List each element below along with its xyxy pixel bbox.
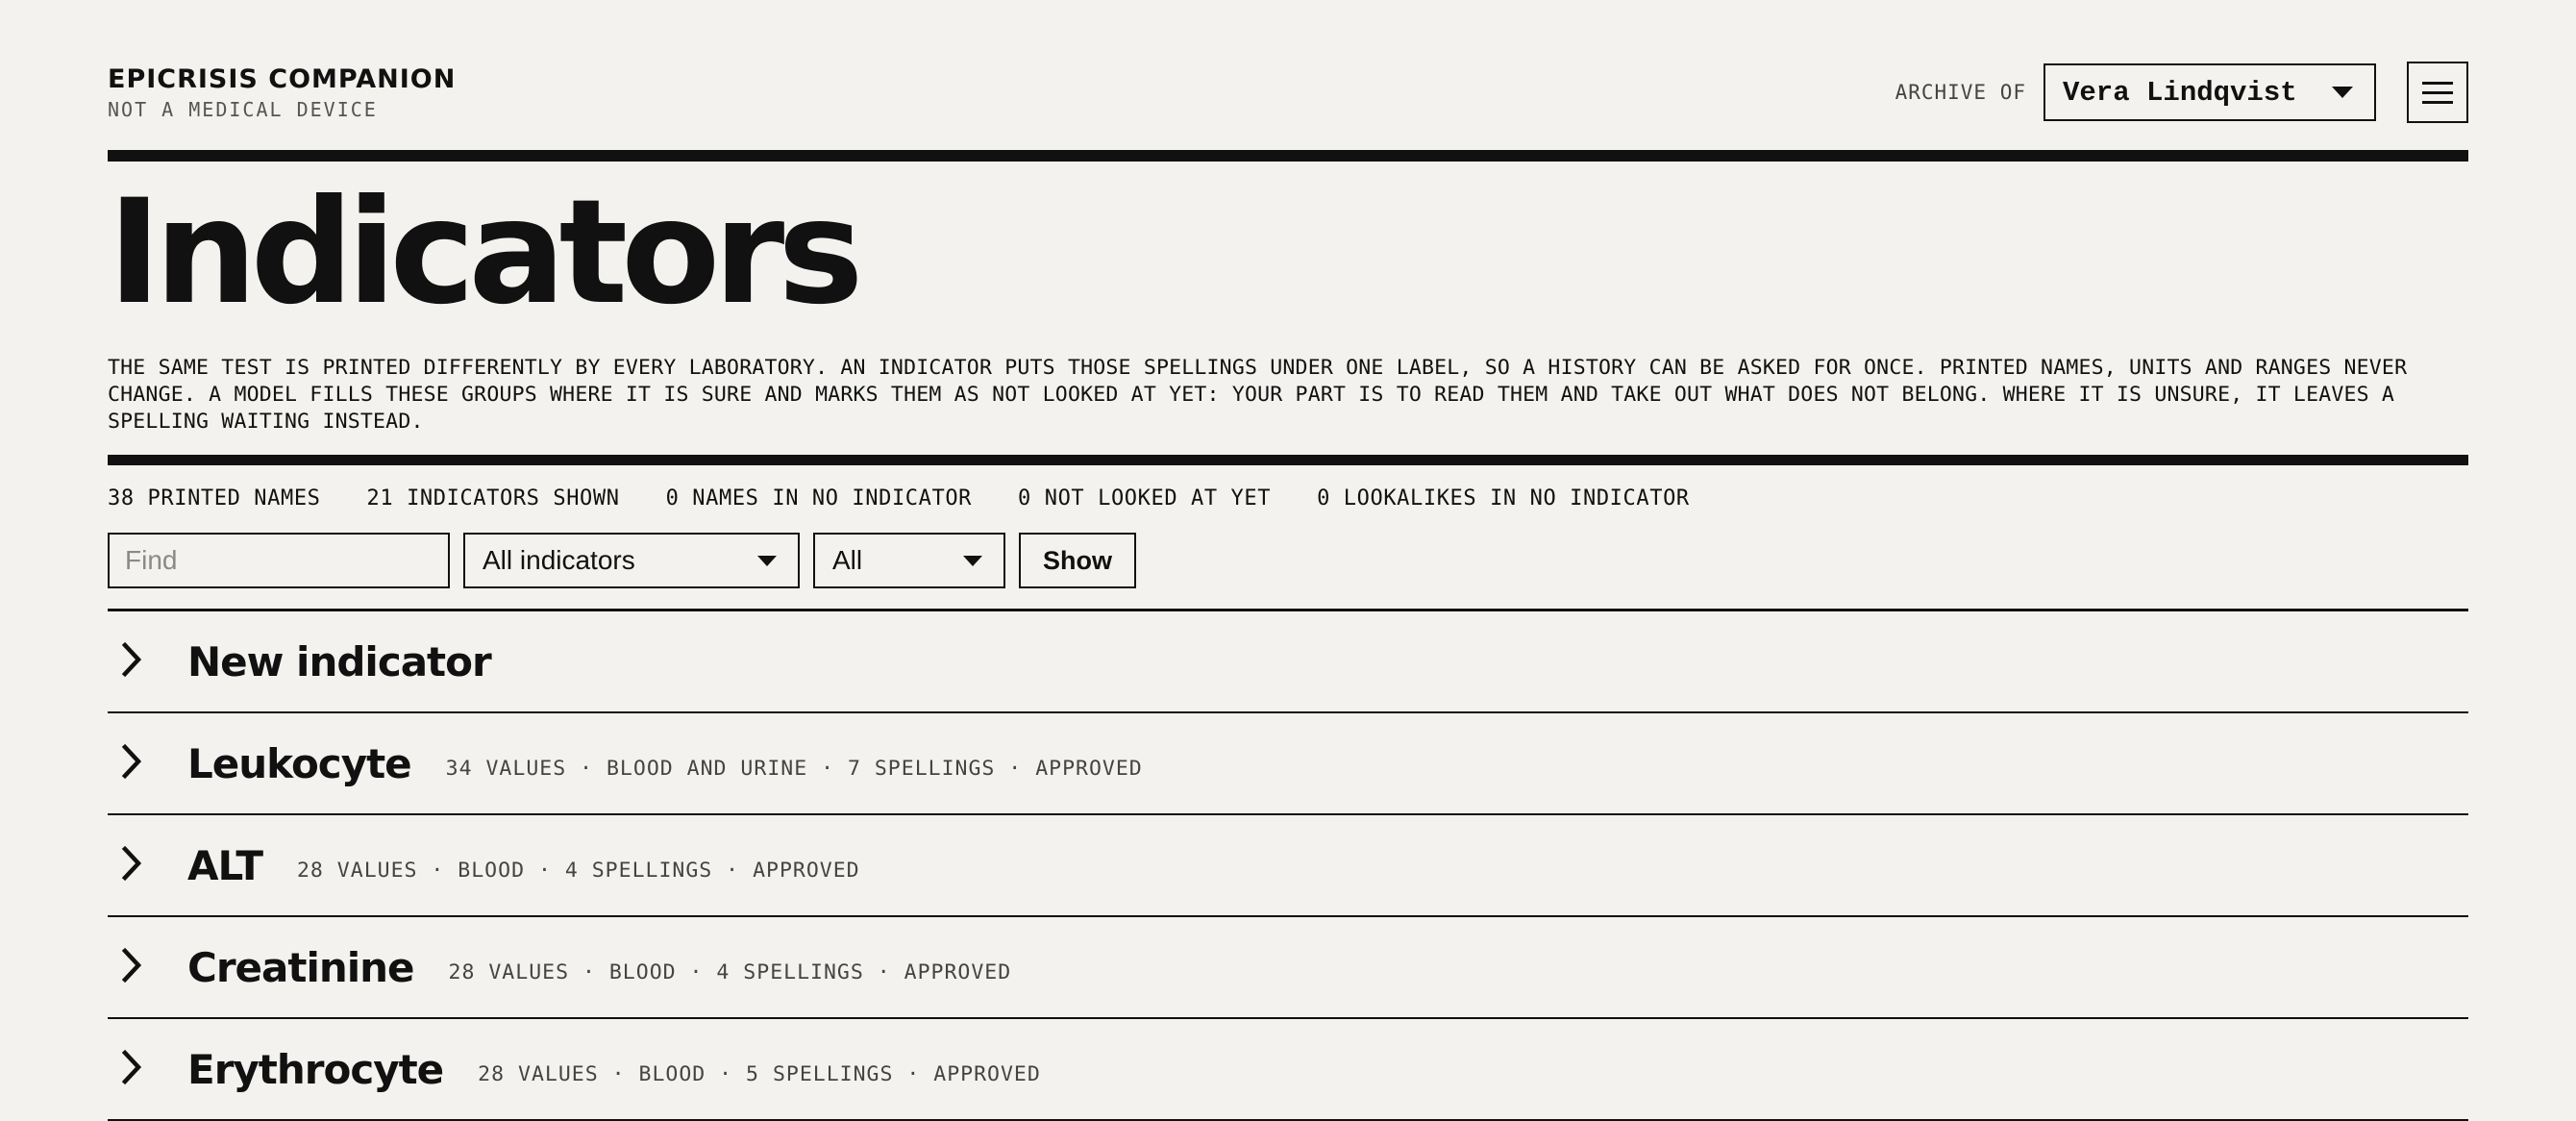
indicator-name: New indicator [187, 637, 492, 685]
menu-icon [2422, 90, 2453, 94]
indicator-meta: 28 VALUES · BLOOD · 4 SPELLINGS · APPROV… [296, 858, 860, 883]
person-select-value: Vera Lindqvist [2063, 76, 2297, 109]
indicator-name: ALT [187, 841, 263, 889]
brand-subtitle: NOT A MEDICAL DEVICE [108, 98, 378, 121]
status-filter-value: All [832, 545, 863, 575]
stats-bar: 38 PRINTED NAMES 21 INDICATORS SHOWN 0 N… [108, 486, 2468, 511]
header: EPICRISIS COMPANION NOT A MEDICAL DEVICE… [108, 0, 2468, 150]
archive-switcher: ARCHIVE OF Vera Lindqvist [1895, 62, 2468, 123]
menu-button[interactable] [2407, 62, 2468, 123]
stat-names-in-no-indicator[interactable]: 0 NAMES IN NO INDICATOR [666, 486, 972, 511]
indicator-row-new[interactable]: New indicator [108, 611, 2468, 713]
intro-divider [108, 455, 2468, 465]
person-select[interactable]: Vera Lindqvist [2043, 63, 2376, 121]
chevron-right-icon[interactable] [117, 742, 146, 781]
indicator-name: Leukocyte [187, 739, 412, 787]
indicator-meta: 34 VALUES · BLOOD AND URINE · 7 SPELLING… [445, 756, 1143, 781]
chevron-right-icon[interactable] [117, 946, 146, 984]
stat-printed-names[interactable]: 38 PRINTED NAMES [108, 486, 321, 511]
chevron-right-icon[interactable] [117, 640, 146, 679]
chevron-right-icon[interactable] [117, 844, 146, 883]
show-button[interactable]: Show [1019, 533, 1136, 588]
indicator-row[interactable]: ALT 28 VALUES · BLOOD · 4 SPELLINGS · AP… [108, 815, 2468, 917]
chevron-down-icon [2332, 87, 2353, 98]
filter-bar: All indicators All Show [108, 533, 2468, 588]
chevron-down-icon [963, 555, 982, 566]
brand-name: EPICRISIS COMPANION [108, 64, 457, 94]
page: EPICRISIS COMPANION NOT A MEDICAL DEVICE… [108, 0, 2468, 1121]
menu-icon [2422, 100, 2453, 104]
header-divider [108, 150, 2468, 162]
indicator-row[interactable]: Leukocyte 34 VALUES · BLOOD AND URINE · … [108, 713, 2468, 815]
chevron-down-icon [757, 555, 777, 566]
archive-label: ARCHIVE OF [1895, 81, 2026, 104]
indicator-list: New indicator Leukocyte 34 VALUES · BLOO… [108, 609, 2468, 1121]
indicator-name: Erythrocyte [187, 1045, 444, 1093]
chevron-right-icon[interactable] [117, 1048, 146, 1086]
indicator-filter-value: All indicators [483, 545, 635, 575]
stat-indicators-shown[interactable]: 21 INDICATORS SHOWN [367, 486, 620, 511]
stat-not-looked-at-yet[interactable]: 0 NOT LOOKED AT YET [1018, 486, 1271, 511]
page-title: Indicators [108, 169, 864, 336]
menu-icon [2422, 81, 2453, 85]
find-input[interactable] [108, 533, 450, 588]
stat-lookalikes[interactable]: 0 LOOKALIKES IN NO INDICATOR [1317, 486, 1690, 511]
status-filter-select[interactable]: All [813, 533, 1005, 588]
indicator-filter-select[interactable]: All indicators [463, 533, 800, 588]
intro-text: THE SAME TEST IS PRINTED DIFFERENTLY BY … [108, 356, 2408, 434]
indicator-row[interactable]: Erythrocyte 28 VALUES · BLOOD · 5 SPELLI… [108, 1019, 2468, 1121]
brand[interactable]: EPICRISIS COMPANION NOT A MEDICAL DEVICE [108, 64, 457, 121]
indicator-name: Creatinine [187, 943, 415, 991]
indicator-meta: 28 VALUES · BLOOD · 4 SPELLINGS · APPROV… [448, 959, 1012, 984]
indicator-meta: 28 VALUES · BLOOD · 5 SPELLINGS · APPROV… [478, 1061, 1041, 1086]
indicator-row[interactable]: Creatinine 28 VALUES · BLOOD · 4 SPELLIN… [108, 917, 2468, 1019]
